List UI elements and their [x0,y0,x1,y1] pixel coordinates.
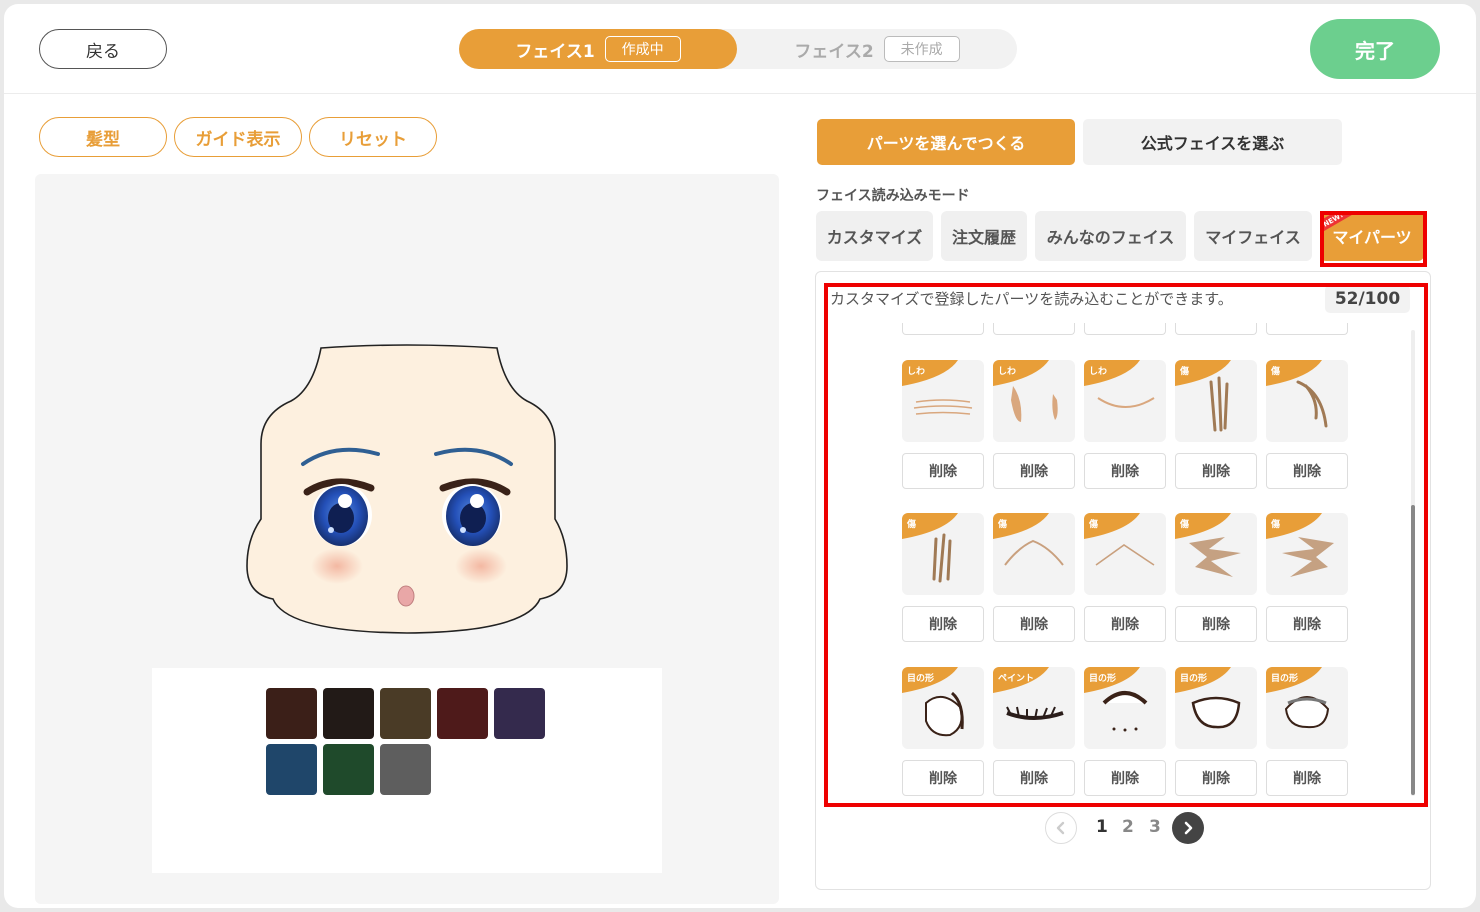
tab-face-1-label: フェイス1 [515,41,595,62]
header: 戻る フェイス1 作成中 フェイス2 未作成 完了 [4,4,1476,94]
color-swatch[interactable] [266,744,317,795]
tab-my-faces[interactable]: マイフェイス [1194,211,1312,261]
mouth [397,585,415,607]
face-preview-canvas [35,174,779,904]
tab-order-history[interactable]: 注文履歴 [941,211,1027,261]
color-swatch[interactable] [494,688,545,739]
color-swatch[interactable] [437,688,488,739]
tab-face-1[interactable]: フェイス1 作成中 [459,29,737,69]
page-2[interactable]: 2 [1122,817,1134,837]
tab-everyones-faces[interactable]: みんなのフェイス [1035,211,1186,261]
right-blush [455,548,507,584]
status-badge: 作成中 [604,36,681,62]
highlight-my-parts-tab [1320,211,1427,267]
tab-face-2[interactable]: フェイス2 未作成 [737,29,1017,69]
tab-customize[interactable]: カスタマイズ [816,211,933,261]
face-preview [246,344,568,634]
make-from-parts-button[interactable]: パーツを選んでつくる [817,119,1075,165]
face-tabs: フェイス1 作成中 フェイス2 未作成 [459,29,1017,69]
load-mode-label: フェイス読み込みモード [816,188,970,204]
page-1[interactable]: 1 [1096,817,1108,837]
next-page-button[interactable] [1172,812,1204,844]
color-swatch[interactable] [323,688,374,739]
color-swatch[interactable] [380,744,431,795]
chevron-left-icon [1056,821,1065,835]
page-3[interactable]: 3 [1149,817,1161,837]
color-palette [152,668,662,873]
tab-face-2-label: フェイス2 [794,41,874,62]
done-button[interactable]: 完了 [1310,19,1440,79]
back-button[interactable]: 戻る [39,29,167,69]
prev-page-button[interactable] [1045,812,1077,844]
color-swatch[interactable] [266,688,317,739]
left-blush [311,548,363,584]
highlight-parts-area [824,283,1428,807]
official-face-button[interactable]: 公式フェイスを選ぶ [1083,119,1342,165]
status-badge: 未作成 [883,36,960,62]
color-swatch[interactable] [380,688,431,739]
color-swatch[interactable] [323,744,374,795]
hair-button[interactable]: 髪型 [39,117,167,157]
guide-toggle-button[interactable]: ガイド表示 [174,117,302,157]
reset-button[interactable]: リセット [309,117,437,157]
chevron-right-icon [1184,821,1193,835]
